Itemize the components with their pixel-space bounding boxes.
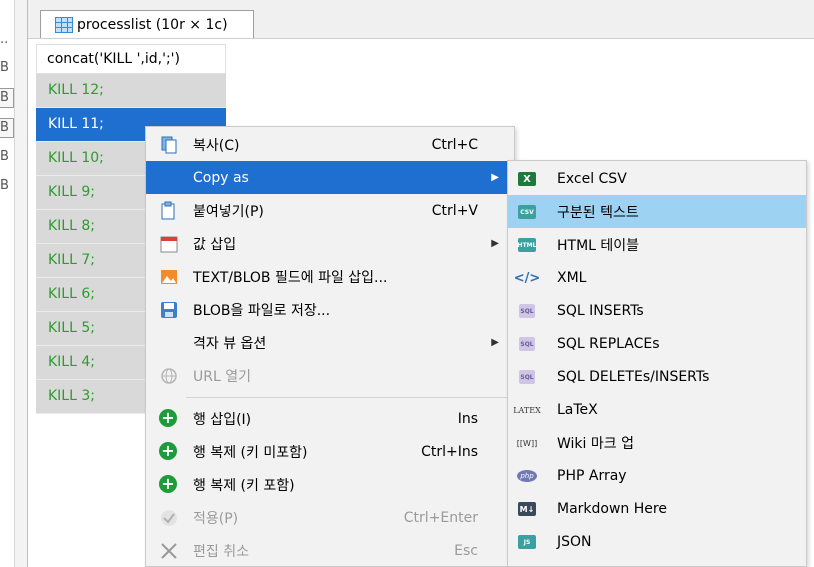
submenu-item-label: JSON [557, 533, 592, 550]
submenu-item-excel-csv[interactable]: X Excel CSV [508, 162, 806, 195]
gutter-label: B [0, 60, 9, 75]
menu-item-save-blob[interactable]: BLOB을 파일로 저장... [146, 293, 514, 326]
menu-item-label: 행 삽입(I) [193, 411, 252, 428]
menu-item-shortcut: Esc [454, 542, 478, 559]
menu-item-shortcut: Ctrl+V [431, 202, 478, 219]
context-menu: 복사(C) Ctrl+C Copy as ▶ 붙여넣기(P) Ctrl+V 값 … [145, 126, 515, 567]
submenu-item-sql-deletes-inserts[interactable]: SQL SQL DELETEs/INSERTs [508, 360, 806, 393]
menu-item-insert-file[interactable]: TEXT/BLOB 필드에 파일 삽입... [146, 260, 514, 293]
menu-item-label: 편집 취소 [193, 543, 249, 560]
sql-icon: SQL [516, 301, 538, 321]
chevron-right-icon: ▶ [491, 238, 499, 249]
submenu-item-delimited-text[interactable]: CSV 구분된 텍스트 [508, 195, 806, 228]
wiki-icon: [[W]] [516, 438, 538, 448]
add-icon: + [159, 442, 179, 462]
submenu-item-label: Markdown Here [557, 500, 667, 517]
chevron-right-icon: ▶ [491, 337, 499, 348]
submenu-item-label: 구분된 텍스트 [557, 204, 639, 221]
gutter-label: B [0, 149, 9, 164]
gutter-strip [0, 0, 15, 567]
submenu-item-wiki-markup[interactable]: [[W]] Wiki 마크 업 [508, 426, 806, 459]
paste-icon [159, 201, 179, 221]
tab-processlist[interactable]: processlist (10r × 1c) [40, 10, 254, 38]
submenu-item-label: PHP Array [557, 467, 627, 484]
submenu-item-xml[interactable]: </> XML [508, 261, 806, 294]
add-icon: + [159, 409, 179, 429]
submenu-item-label: SQL REPLACEs [557, 335, 660, 352]
menu-item-paste[interactable]: 붙여넣기(P) Ctrl+V [146, 194, 514, 227]
submenu-item-label: Wiki 마크 업 [557, 435, 634, 452]
csv-icon: CSV [516, 202, 538, 222]
menu-item-copy[interactable]: 복사(C) Ctrl+C [146, 128, 514, 161]
submenu-item-json[interactable]: JS JSON [508, 525, 806, 558]
menu-item-cancel-edit[interactable]: 편집 취소 Esc [146, 534, 514, 567]
menu-item-label: 값 삽입 [193, 236, 237, 253]
menu-item-shortcut: Ctrl+Enter [403, 509, 478, 526]
submenu-item-latex[interactable]: LATEX LaTeX [508, 393, 806, 426]
menu-item-label: URL 열기 [193, 368, 251, 385]
gutter-label: B [0, 178, 9, 193]
php-icon: php [516, 466, 538, 486]
menu-item-duplicate-row-no-key[interactable]: + 행 복제 (키 미포함) Ctrl+Ins [146, 435, 514, 468]
gutter-label[interactable]: B [0, 88, 14, 108]
menu-item-label: 복사(C) [193, 137, 240, 154]
tab-title: processlist (10r × 1c) [77, 16, 228, 33]
submenu-item-label: LaTeX [557, 401, 598, 418]
submenu-item-label: Excel CSV [557, 170, 627, 187]
gutter-divider [27, 0, 28, 567]
menu-item-grid-options[interactable]: 격자 뷰 옵션 ▶ [146, 326, 514, 359]
submenu-item-label: XML [557, 269, 587, 286]
copy-icon [159, 135, 179, 155]
excel-icon: X [516, 169, 538, 189]
menu-item-duplicate-row-with-key[interactable]: + 행 복제 (키 포함) [146, 468, 514, 501]
submenu-item-html-table[interactable]: HTML HTML 테이블 [508, 228, 806, 261]
grid-table-icon [55, 16, 73, 33]
submenu-item-label: SQL INSERTs [557, 302, 644, 319]
menu-item-label: 적용(P) [193, 510, 239, 527]
xml-icon: </> [513, 270, 541, 286]
check-icon [159, 508, 179, 528]
menu-item-insert-row[interactable]: + 행 삽입(I) Ins [146, 402, 514, 435]
column-header[interactable]: concat('KILL ',id,';') [36, 44, 226, 74]
menu-item-apply[interactable]: 적용(P) Ctrl+Enter [146, 501, 514, 534]
menu-item-label: TEXT/BLOB 필드에 파일 삽입... [193, 269, 388, 286]
html-icon: HTML [516, 235, 538, 255]
table-row[interactable]: KILL 12; [36, 74, 226, 108]
save-icon [159, 300, 179, 320]
menu-item-label: BLOB을 파일로 저장... [193, 302, 331, 319]
gutter-label: .. [0, 32, 9, 47]
submenu-item-sql-inserts[interactable]: SQL SQL INSERTs [508, 294, 806, 327]
left-gutter: .. B B B B B [0, 0, 28, 567]
calendar-icon [159, 234, 179, 254]
json-icon: JS [516, 532, 538, 552]
submenu-item-sql-replaces[interactable]: SQL SQL REPLACEs [508, 327, 806, 360]
menu-item-label: 행 복제 (키 포함) [193, 477, 295, 494]
menu-item-label: 붙여넣기(P) [193, 203, 264, 220]
submenu-item-label: HTML 테이블 [557, 237, 640, 254]
menu-item-shortcut: Ins [457, 410, 478, 427]
menu-item-label: 행 복제 (키 미포함) [193, 444, 308, 461]
menu-item-open-url[interactable]: URL 열기 [146, 359, 514, 392]
sql-icon: SQL [516, 367, 538, 387]
close-icon [159, 541, 179, 561]
latex-icon: LATEX [513, 405, 541, 415]
add-icon: + [159, 475, 179, 495]
submenu-item-label: SQL DELETEs/INSERTs [557, 368, 710, 385]
menu-item-copy-as[interactable]: Copy as ▶ [146, 161, 514, 194]
menu-item-label: 격자 뷰 옵션 [193, 335, 267, 352]
submenu-item-php-array[interactable]: php PHP Array [508, 459, 806, 492]
menu-item-shortcut: Ctrl+C [431, 136, 478, 153]
copy-as-submenu: X Excel CSV CSV 구분된 텍스트 HTML HTML 테이블 </… [507, 160, 807, 567]
menu-item-label: Copy as [193, 169, 249, 186]
markdown-icon: M↓ [516, 499, 538, 519]
menu-item-shortcut: Ctrl+Ins [421, 443, 478, 460]
submenu-item-markdown-here[interactable]: M↓ Markdown Here [508, 492, 806, 525]
globe-icon [159, 366, 179, 386]
menu-separator [186, 397, 510, 398]
chevron-right-icon: ▶ [491, 172, 499, 183]
sql-icon: SQL [516, 334, 538, 354]
menu-item-insert-value[interactable]: 값 삽입 ▶ [146, 227, 514, 260]
image-icon [159, 267, 179, 287]
gutter-label[interactable]: B [0, 118, 14, 138]
